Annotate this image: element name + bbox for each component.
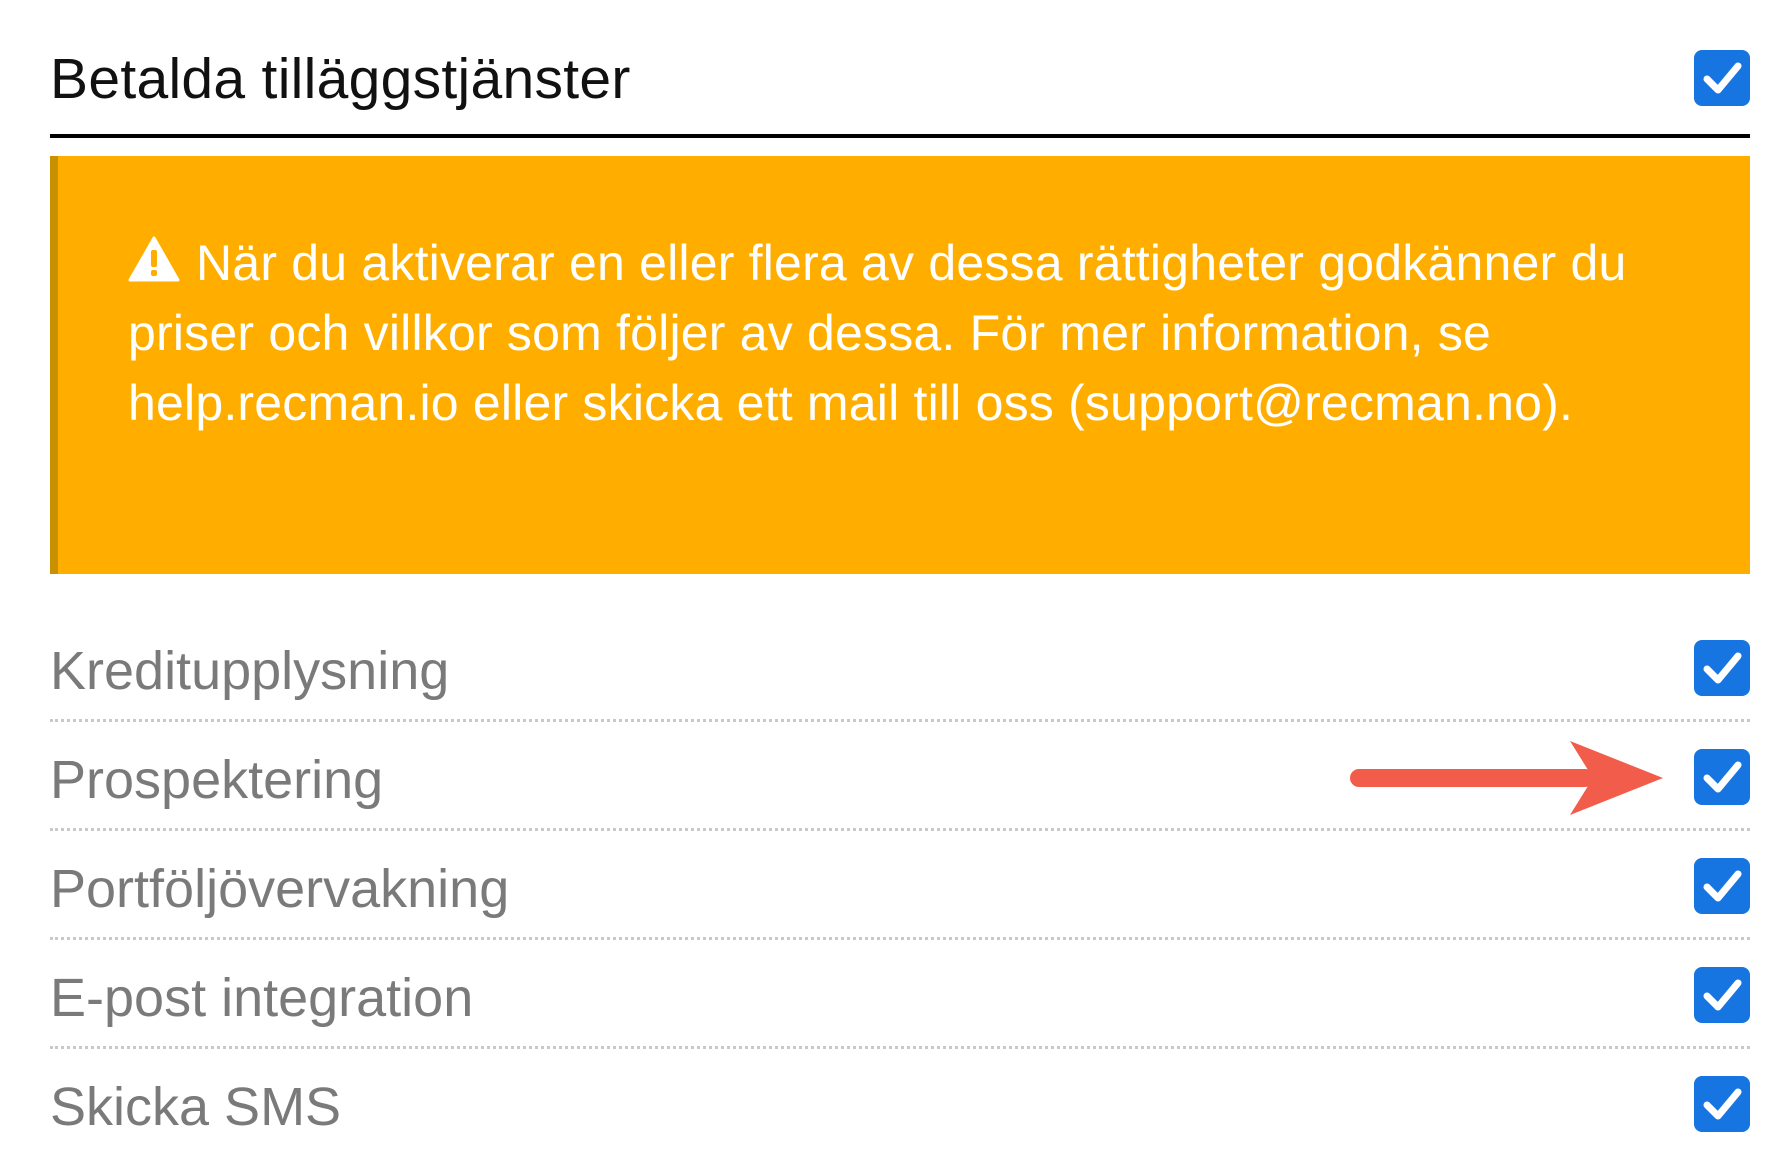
checkmark-icon	[1703, 62, 1742, 94]
warning-triangle-icon	[128, 236, 180, 282]
checkmark-icon	[1703, 870, 1742, 902]
service-label: Prospektering	[50, 750, 384, 810]
warning-alert: När du aktiverar en eller flera av dessa…	[50, 156, 1750, 574]
checkmark-icon	[1703, 652, 1742, 684]
service-row-kreditupplysning: Kreditupplysning	[50, 616, 1750, 722]
section-title: Betalda tilläggstjänster	[50, 47, 631, 111]
red-arrow-icon	[1350, 741, 1663, 815]
service-row-skicka-sms: Skicka SMS	[50, 1052, 1750, 1158]
section-header: Betalda tilläggstjänster	[50, 28, 1750, 138]
kreditupplysning-checkbox[interactable]	[1694, 640, 1750, 696]
portfoljovervakning-checkbox[interactable]	[1694, 858, 1750, 914]
prospektering-checkbox[interactable]	[1694, 749, 1750, 805]
warning-text: När du aktiverar en eller flera av dessa…	[128, 235, 1627, 431]
checkmark-icon	[1703, 761, 1742, 793]
service-row-epost-integration: E-post integration	[50, 943, 1750, 1049]
service-row-portfoljovervakning: Portföljövervakning	[50, 834, 1750, 940]
service-list: Kreditupplysning Prospektering Portföljö…	[50, 616, 1750, 1161]
service-label: Kreditupplysning	[50, 641, 450, 701]
service-label: E-post integration	[50, 968, 474, 1028]
checkmark-icon	[1703, 1088, 1742, 1120]
epost-integration-checkbox[interactable]	[1694, 967, 1750, 1023]
warning-message: När du aktiverar en eller flera av dessa…	[128, 228, 1630, 438]
settings-panel: Betalda tilläggstjänster När du aktivera…	[0, 0, 1788, 1176]
section-master-checkbox[interactable]	[1694, 50, 1750, 106]
service-label: Portföljövervakning	[50, 859, 510, 919]
service-label: Skicka SMS	[50, 1077, 342, 1137]
checkmark-icon	[1703, 979, 1742, 1011]
skicka-sms-checkbox[interactable]	[1694, 1076, 1750, 1132]
